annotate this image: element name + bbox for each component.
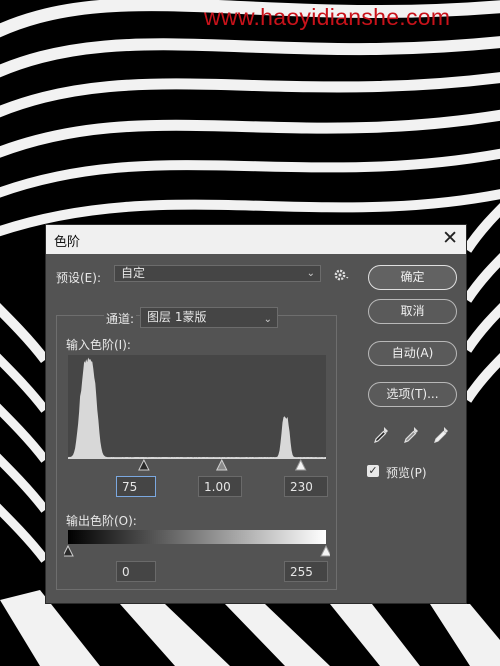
input-levels-slider[interactable] — [64, 458, 330, 472]
input-black-point-slider[interactable] — [138, 458, 150, 471]
dialog-titlebar: 色阶 ✕ — [46, 225, 466, 254]
channel-select[interactable]: 图层 1蒙版 ⌄ — [140, 307, 278, 328]
chevron-down-icon: ⌄ — [263, 314, 272, 325]
channel-label: 通道: — [104, 310, 137, 327]
ok-button[interactable]: 确定 — [368, 265, 457, 290]
output-gradient-bar — [68, 530, 326, 544]
output-levels-label: 输出色阶(O): — [66, 514, 137, 528]
gray-eyedropper-icon[interactable] — [403, 426, 419, 444]
output-white-field[interactable] — [284, 561, 328, 582]
preview-checkbox[interactable]: ✓ — [367, 465, 379, 477]
output-black-field[interactable] — [116, 561, 156, 582]
output-white-point-slider[interactable] — [320, 544, 330, 557]
preset-value: 自定 — [121, 266, 146, 280]
input-gamma-field[interactable] — [198, 476, 242, 497]
gear-icon[interactable] — [333, 267, 351, 283]
preset-label: 预设(E): — [56, 271, 101, 285]
auto-button[interactable]: 自动(A) — [368, 341, 457, 366]
input-white-point-slider[interactable] — [294, 458, 307, 471]
watermark-text: www.haoyidianshe.com — [204, 4, 451, 30]
levels-dialog: 色阶 ✕ 预设(E): 自定 ⌄ 通道: 图层 1蒙版 ⌄ 输入色阶(I): 输… — [45, 224, 467, 604]
input-black-field[interactable] — [116, 476, 156, 497]
input-white-field[interactable] — [284, 476, 328, 497]
white-eyedropper-icon[interactable] — [433, 426, 449, 444]
dialog-title: 色阶 — [54, 235, 81, 250]
preview-label: 预览(P) — [386, 466, 427, 480]
channel-value: 图层 1蒙版 — [147, 310, 207, 324]
options-button[interactable]: 选项(T)... — [368, 382, 457, 407]
output-levels-slider[interactable] — [64, 544, 330, 558]
chevron-down-icon: ⌄ — [306, 268, 315, 279]
cancel-button[interactable]: 取消 — [368, 299, 457, 324]
close-icon[interactable]: ✕ — [442, 227, 458, 249]
input-gamma-slider[interactable] — [215, 458, 228, 471]
black-eyedropper-icon[interactable] — [373, 426, 389, 444]
histogram — [68, 355, 326, 459]
input-levels-label: 输入色阶(I): — [66, 338, 131, 352]
output-black-point-slider[interactable] — [64, 544, 74, 557]
preset-select[interactable]: 自定 ⌄ — [114, 265, 321, 282]
